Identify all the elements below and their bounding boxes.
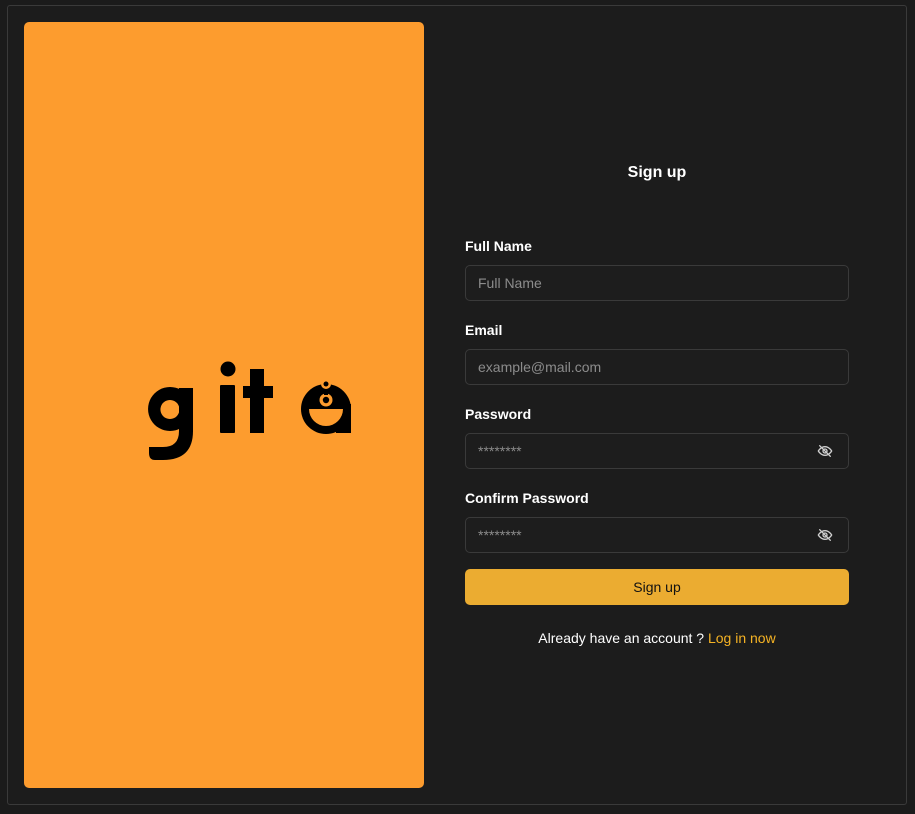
email-label: Email [465,322,503,338]
password-field [465,433,849,469]
email-input[interactable] [478,350,798,384]
full-name-input[interactable] [478,266,798,300]
confirm-password-input[interactable] [478,518,798,552]
full-name-label: Full Name [465,238,532,254]
confirm-password-label: Confirm Password [465,490,589,506]
full-name-field [465,265,849,301]
login-prompt-text: Already have an account ? [538,630,705,646]
eye-off-icon[interactable] [816,443,834,459]
login-prompt: Already have an account ? Log in now [465,630,849,646]
signup-form: Sign up Full Name Email Password Confirm… [465,0,849,814]
password-input[interactable] [478,434,798,468]
eye-off-icon[interactable] [816,527,834,543]
signup-button[interactable]: Sign up [465,569,849,605]
confirm-password-field [465,517,849,553]
login-link[interactable]: Log in now [708,630,776,646]
password-label: Password [465,406,532,422]
gita-logo [148,361,351,460]
form-title: Sign up [627,164,687,181]
brand-panel: gita [24,22,424,788]
email-field [465,349,849,385]
